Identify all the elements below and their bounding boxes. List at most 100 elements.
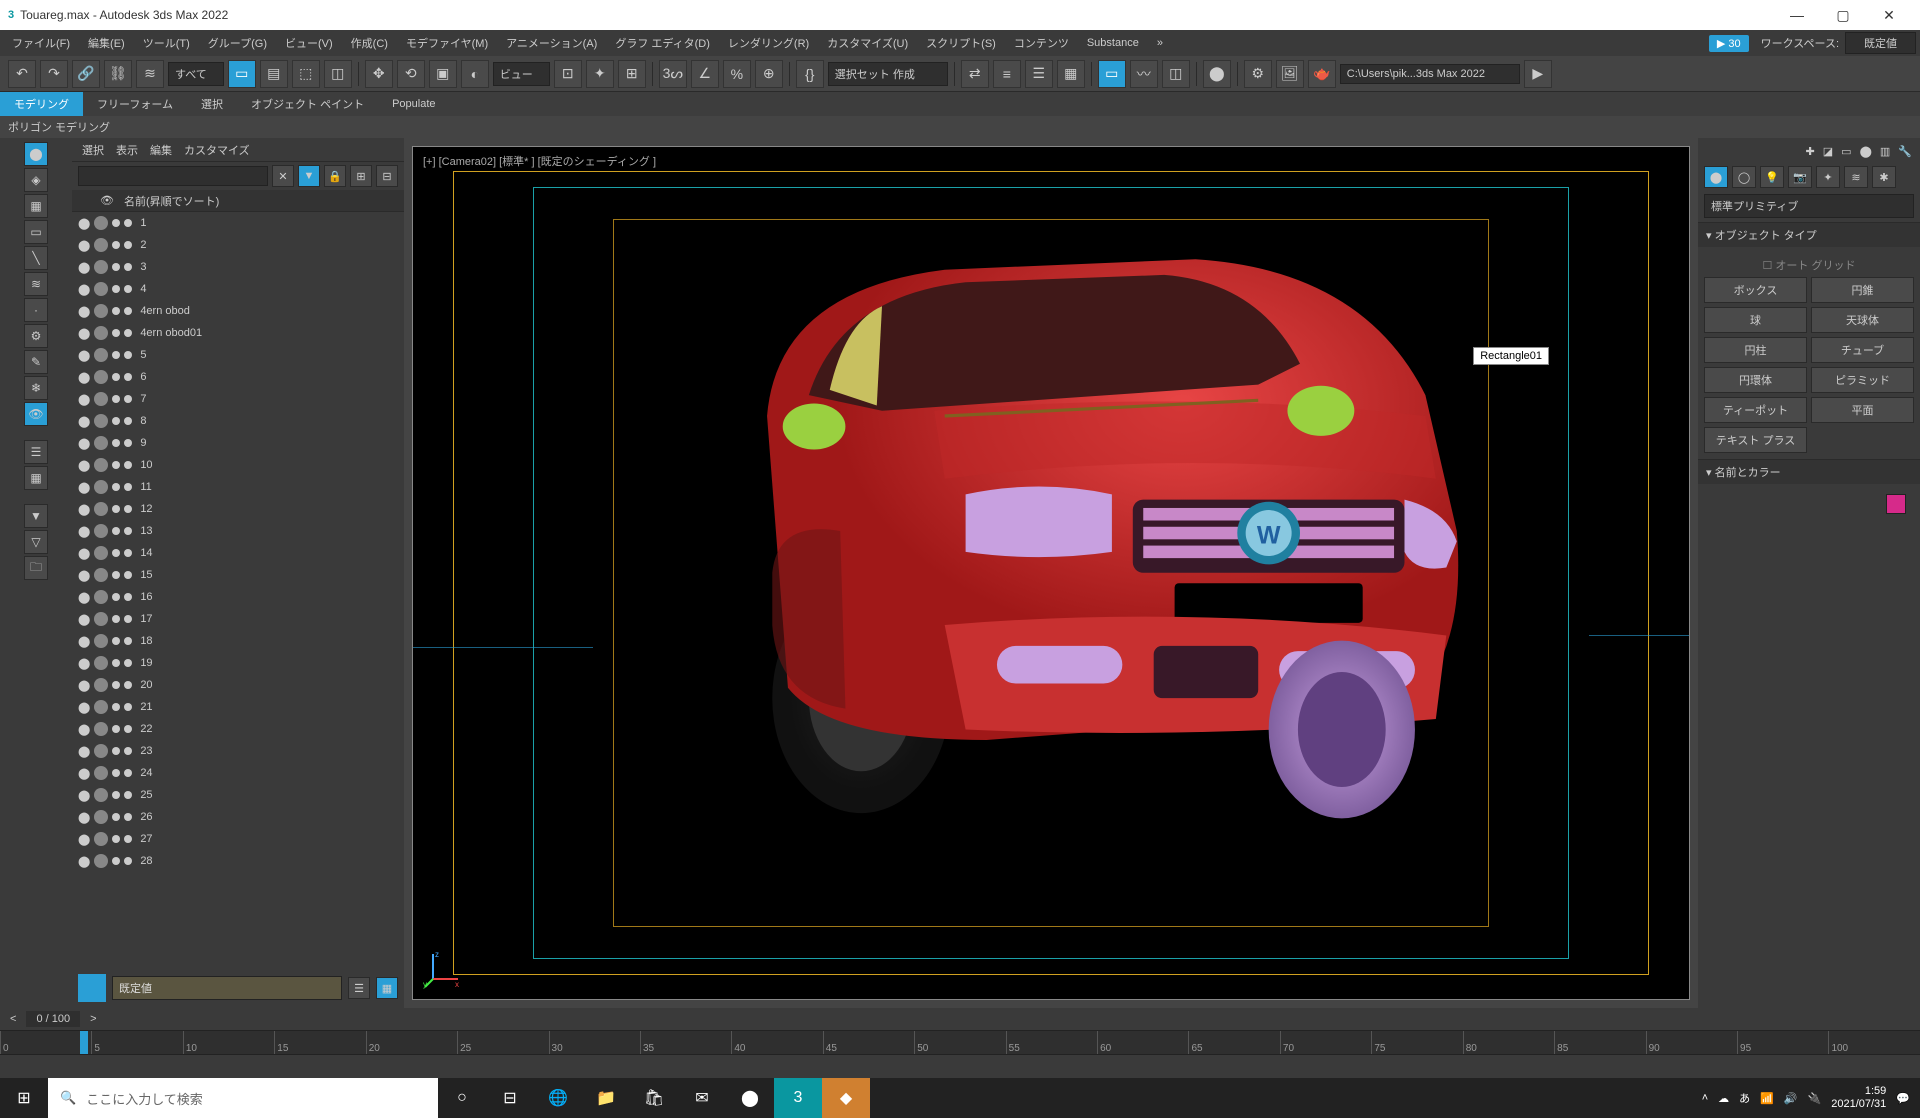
manip-button[interactable]: ✦ bbox=[586, 60, 614, 88]
scene-lock-icon[interactable]: 🔒 bbox=[324, 165, 346, 187]
rollout-namecolor[interactable]: ▾ 名前とカラー bbox=[1698, 459, 1920, 484]
scene-item[interactable]: ⬤15 bbox=[72, 564, 404, 586]
scene-item[interactable]: ⬤22 bbox=[72, 718, 404, 740]
scene-item[interactable]: ⬤2 bbox=[72, 234, 404, 256]
motion-tab-icon[interactable]: ⬤ bbox=[1860, 145, 1872, 158]
keymode-button[interactable]: ⊞ bbox=[618, 60, 646, 88]
open-button[interactable]: ▶ bbox=[1524, 60, 1552, 88]
scene-item[interactable]: ⬤25 bbox=[72, 784, 404, 806]
primitive-button[interactable]: ピラミッド bbox=[1811, 367, 1914, 393]
viewport-label[interactable]: [+] [Camera02] [標準* ] [既定のシェーディング ] bbox=[423, 153, 656, 169]
scene-list[interactable]: ⬤1⬤2⬤3⬤4⬤4ern obod⬤4ern obod01⬤5⬤6⬤7⬤8⬤9… bbox=[72, 212, 404, 968]
modify-tab-icon[interactable]: ◪ bbox=[1823, 145, 1833, 158]
scene-item[interactable]: ⬤17 bbox=[72, 608, 404, 630]
minimize-button[interactable]: — bbox=[1774, 0, 1820, 30]
primitive-dropdown[interactable]: 標準プリミティブ bbox=[1704, 194, 1914, 218]
primitive-button[interactable]: チューブ bbox=[1811, 337, 1914, 363]
scene-item[interactable]: ⬤27 bbox=[72, 828, 404, 850]
named-selset-dropdown[interactable]: 選択セット 作成 bbox=[828, 62, 948, 86]
scene-item[interactable]: ⬤24 bbox=[72, 762, 404, 784]
path-display[interactable]: C:\Users\pik...3ds Max 2022 bbox=[1340, 64, 1520, 84]
menu-tools[interactable]: ツール(T) bbox=[135, 31, 198, 55]
time-slider[interactable] bbox=[80, 1031, 88, 1054]
app-taskbar-icon[interactable]: ◆ bbox=[822, 1078, 870, 1118]
scene-item[interactable]: ⬤1 bbox=[72, 212, 404, 234]
shapes-icon[interactable]: ◯ bbox=[1732, 166, 1756, 188]
timeline-prev-icon[interactable]: < bbox=[10, 1013, 16, 1025]
layer-button[interactable]: ☰ bbox=[1025, 60, 1053, 88]
scene-tab-customize[interactable]: カスタマイズ bbox=[184, 142, 250, 158]
layer2-button[interactable]: ▦ bbox=[1057, 60, 1085, 88]
scene-item[interactable]: ⬤19 bbox=[72, 652, 404, 674]
tool-grid-icon[interactable]: ▦ bbox=[24, 466, 48, 490]
scene-item[interactable]: ⬤20 bbox=[72, 674, 404, 696]
scene-tab-select[interactable]: 選択 bbox=[82, 142, 104, 158]
menu-modifiers[interactable]: モデファイヤ(M) bbox=[398, 31, 496, 55]
tool-wave-icon[interactable]: ≋ bbox=[24, 272, 48, 296]
tray-clock[interactable]: 1:59 2021/07/31 bbox=[1831, 1085, 1886, 1111]
snap-button[interactable]: 3ᔕ bbox=[659, 60, 687, 88]
layer-explorer-icon[interactable]: ◈ bbox=[24, 168, 48, 192]
scene-item[interactable]: ⬤11 bbox=[72, 476, 404, 498]
scene-view-icon[interactable]: ▦ bbox=[376, 977, 398, 999]
bind-button[interactable]: ≋ bbox=[136, 60, 164, 88]
select-region-button[interactable]: ⬚ bbox=[292, 60, 320, 88]
timeline-next-icon[interactable]: > bbox=[90, 1013, 96, 1025]
primitive-button[interactable]: 天球体 bbox=[1811, 307, 1914, 333]
spacewarps-icon[interactable]: ≋ bbox=[1844, 166, 1868, 188]
scene-item[interactable]: ⬤12 bbox=[72, 498, 404, 520]
tool-gear-icon[interactable]: ⚙ bbox=[24, 324, 48, 348]
align-button[interactable]: ≡ bbox=[993, 60, 1021, 88]
primitive-button[interactable]: 円錐 bbox=[1811, 277, 1914, 303]
light-explorer-icon[interactable]: ▭ bbox=[24, 220, 48, 244]
scene-preset-icon[interactable] bbox=[78, 974, 106, 1002]
redo-button[interactable]: ↷ bbox=[40, 60, 68, 88]
lights-icon[interactable]: 💡 bbox=[1760, 166, 1784, 188]
selection-filter-dropdown[interactable]: すべて bbox=[168, 62, 224, 86]
scene-list-header[interactable]: 👁 名前(昇順でソート) bbox=[72, 190, 404, 212]
tray-ime-icon[interactable]: あ bbox=[1739, 1090, 1750, 1106]
render-button[interactable]: 🫖 bbox=[1308, 60, 1336, 88]
scene-item[interactable]: ⬤8 bbox=[72, 410, 404, 432]
tray-up-icon[interactable]: ˄ bbox=[1702, 1092, 1708, 1104]
systems-icon[interactable]: ✱ bbox=[1872, 166, 1896, 188]
scene-item[interactable]: ⬤6 bbox=[72, 366, 404, 388]
menu-view[interactable]: ビュー(V) bbox=[277, 31, 341, 55]
helpers-icon[interactable]: ✦ bbox=[1816, 166, 1840, 188]
mail-icon[interactable]: ✉ bbox=[678, 1078, 726, 1118]
scene-search-input[interactable] bbox=[78, 166, 268, 186]
menu-graph[interactable]: グラフ エディタ(D) bbox=[607, 31, 718, 55]
scene-filter-icon[interactable]: ▼ bbox=[298, 165, 320, 187]
tray-power-icon[interactable]: 🔌 bbox=[1808, 1092, 1822, 1105]
create-tab-icon[interactable]: ✚ bbox=[1806, 145, 1815, 158]
primitive-button[interactable]: 円柱 bbox=[1704, 337, 1807, 363]
3dsmax-taskbar-icon[interactable]: 3 bbox=[774, 1078, 822, 1118]
schematic-button[interactable]: ◫ bbox=[1162, 60, 1190, 88]
ribbon-tab-objectpaint[interactable]: オブジェクト ペイント bbox=[237, 92, 378, 116]
menu-overflow-icon[interactable]: » bbox=[1149, 33, 1171, 53]
menu-substance[interactable]: Substance bbox=[1079, 33, 1147, 53]
color-swatch[interactable] bbox=[1886, 494, 1906, 514]
scene-collapse-icon[interactable]: ⊟ bbox=[376, 165, 398, 187]
cortana-icon[interactable]: ○ bbox=[438, 1078, 486, 1118]
scene-item[interactable]: ⬤21 bbox=[72, 696, 404, 718]
scene-item[interactable]: ⬤4ern obod bbox=[72, 300, 404, 322]
ribbon-tab-populate[interactable]: Populate bbox=[378, 94, 449, 114]
scene-item[interactable]: ⬤4 bbox=[72, 278, 404, 300]
tool-edit-icon[interactable]: ✎ bbox=[24, 350, 48, 374]
frame-counter[interactable]: 0 / 100 bbox=[26, 1011, 80, 1027]
viewport[interactable]: [+] [Camera02] [標準* ] [既定のシェーディング ] bbox=[412, 146, 1690, 1000]
scale-button[interactable]: ▣ bbox=[429, 60, 457, 88]
scene-item[interactable]: ⬤16 bbox=[72, 586, 404, 608]
scene-item[interactable]: ⬤4ern obod01 bbox=[72, 322, 404, 344]
tool-list-icon[interactable]: ☰ bbox=[24, 440, 48, 464]
render-frame-button[interactable]: 🖼 bbox=[1276, 60, 1304, 88]
tool-line-icon[interactable]: ╲ bbox=[24, 246, 48, 270]
primitive-button[interactable]: ボックス bbox=[1704, 277, 1807, 303]
prop-explorer-icon[interactable]: ▦ bbox=[24, 194, 48, 218]
scene-item[interactable]: ⬤9 bbox=[72, 432, 404, 454]
refcoord-dropdown[interactable]: ビュー bbox=[493, 62, 550, 86]
ribbon-tab-freeform[interactable]: フリーフォーム bbox=[83, 92, 187, 116]
spinner-snap-button[interactable]: ⊕ bbox=[755, 60, 783, 88]
explorer-icon[interactable]: 📁 bbox=[582, 1078, 630, 1118]
